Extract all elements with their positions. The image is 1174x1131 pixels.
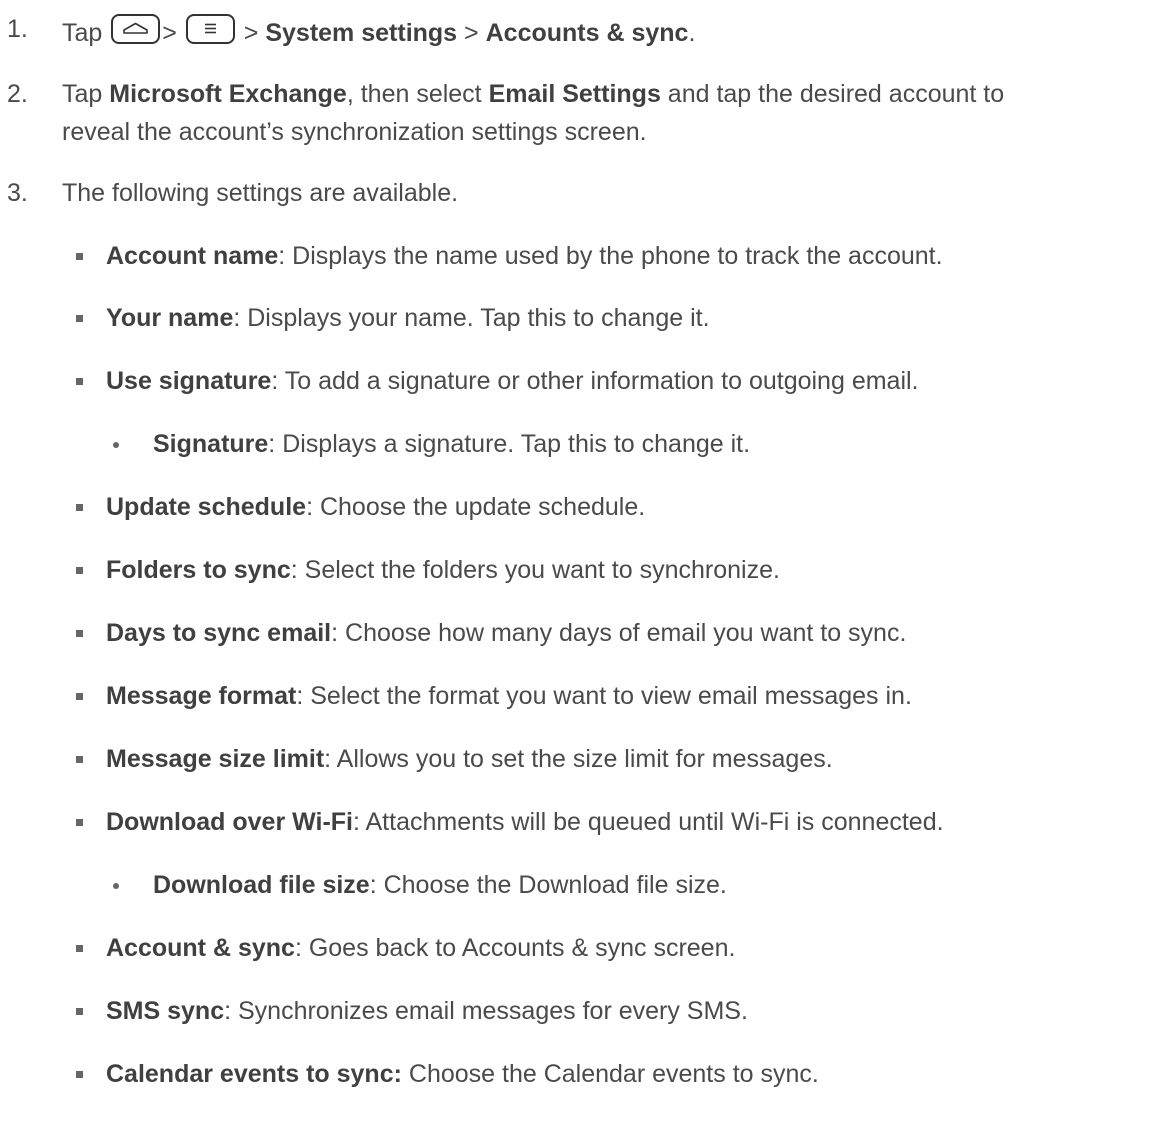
square-bullet-icon	[76, 504, 83, 511]
setting-desc: : Choose the update schedule.	[306, 493, 646, 521]
setting-desc: : Select the folders you want to synchro…	[290, 556, 780, 584]
setting-desc: : Choose the Download file size.	[369, 871, 727, 899]
square-bullet-icon	[76, 819, 83, 826]
square-bullet-icon	[76, 253, 83, 260]
setting-desc: Choose the Calendar events to sync.	[401, 1060, 819, 1088]
setting-name: Folders to sync	[106, 556, 291, 584]
square-bullet-icon	[76, 756, 83, 763]
setting-name: Download file size	[153, 871, 370, 899]
step-2-text: Tap Microsoft Exchange, then select Emai…	[62, 80, 1005, 108]
setting-name: Message format	[106, 682, 297, 710]
setting-desc: : Displays a signature. Tap this to chan…	[268, 430, 751, 458]
square-bullet-icon	[76, 1071, 83, 1078]
setting-desc: : Allows you to set the size limit for m…	[324, 745, 833, 773]
menu-key-icon	[185, 14, 235, 44]
setting-name: Your name	[106, 304, 234, 332]
square-bullet-icon	[76, 1008, 83, 1015]
square-bullet-icon	[76, 693, 83, 700]
setting-name: Days to sync email	[106, 619, 332, 647]
square-bullet-icon	[76, 630, 83, 637]
setting-name: Update schedule	[106, 493, 307, 521]
square-bullet-icon	[76, 945, 83, 952]
setting-name: Account name	[106, 242, 279, 270]
setting-name: Download over Wi-Fi	[106, 808, 353, 836]
round-bullet-icon	[113, 442, 119, 448]
setting-desc: : Synchronizes email messages for every …	[224, 997, 748, 1025]
step-number: 3.	[7, 179, 28, 207]
home-key-icon	[111, 14, 161, 44]
setting-desc: : Displays the name used by the phone to…	[278, 242, 943, 270]
setting-name: Account & sync	[106, 934, 295, 962]
setting-name: SMS sync	[106, 997, 225, 1025]
square-bullet-icon	[76, 315, 83, 322]
setting-desc: : Choose how many days of email you want…	[331, 619, 907, 647]
setting-desc: : Goes back to Accounts & sync screen.	[294, 934, 736, 962]
square-bullet-icon	[76, 378, 83, 385]
square-bullet-icon	[76, 567, 83, 574]
setting-desc: : Attachments will be queued until Wi-Fi…	[353, 808, 944, 836]
setting-name: Message size limit	[106, 745, 325, 773]
step-3-text: The following settings are available.	[62, 179, 459, 207]
round-bullet-icon	[113, 883, 119, 889]
setting-name: Use signature	[106, 367, 272, 395]
setting-desc: : To add a signature or other informatio…	[271, 367, 919, 395]
step-number: 1.	[7, 15, 28, 43]
setting-desc: : Displays your name. Tap this to change…	[233, 304, 710, 332]
step-1-text: Tap > > System settings > Accounts & syn…	[62, 14, 695, 48]
step-number: 2.	[7, 80, 28, 108]
setting-desc: : Select the format you want to view ema…	[296, 682, 912, 710]
setting-name: Signature	[153, 430, 269, 458]
setting-name: Calendar events to sync:	[106, 1060, 402, 1088]
